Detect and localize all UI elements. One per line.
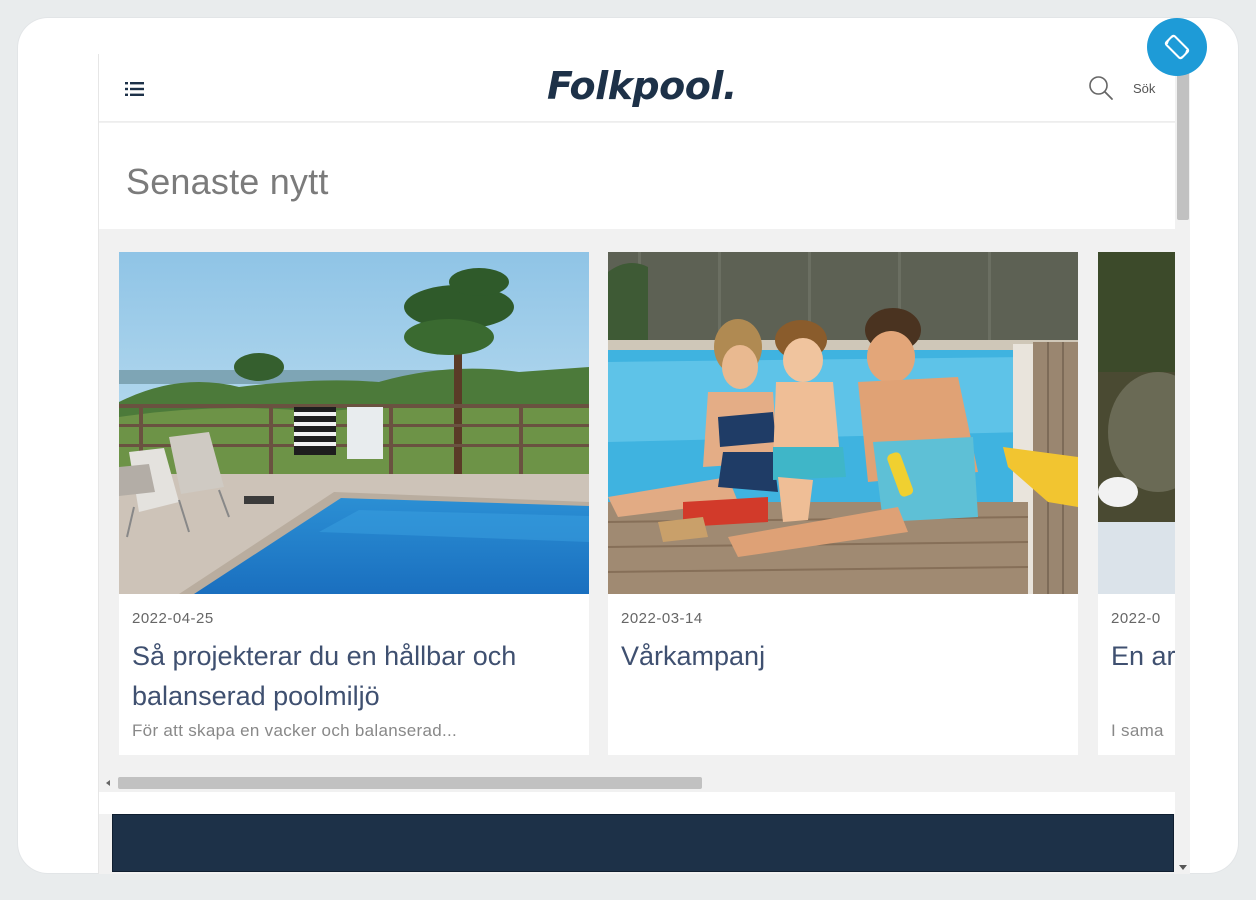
article-excerpt: För att skapa en vacker och balanserad..… xyxy=(132,721,458,740)
article-date: 2022-0 xyxy=(1111,610,1161,627)
article-title[interactable]: Så projekterar du en hållbar och balanse… xyxy=(132,636,572,716)
article-image-garden-rock xyxy=(1098,252,1175,594)
section-spacer xyxy=(99,792,1175,814)
site-viewport: Folkpool. Sök Senaste nytt 2022-04-25 Så… xyxy=(98,54,1190,874)
brand-logo-dot: . xyxy=(722,64,737,108)
news-carousel[interactable]: 2022-04-25 Så projekterar du en hållbar … xyxy=(119,252,1175,757)
scroll-down-arrow-icon[interactable] xyxy=(1179,865,1187,870)
brand-logo-text: Folkpool xyxy=(547,64,723,108)
page-title: Senaste nytt xyxy=(126,161,329,202)
hamburger-list-icon[interactable] xyxy=(123,78,147,100)
vertical-scroll-thumb[interactable] xyxy=(1177,68,1189,220)
footer-banner xyxy=(112,814,1174,872)
horizontal-scrollbar[interactable] xyxy=(99,774,1175,792)
vertical-scrollbar[interactable] xyxy=(1175,54,1190,874)
scroll-left-arrow-icon[interactable] xyxy=(106,780,110,786)
news-card[interactable]: 2022-0 En ar I sama xyxy=(1098,252,1175,755)
article-date: 2022-04-25 xyxy=(132,610,214,627)
news-card[interactable]: 2022-04-25 Så projekterar du en hållbar … xyxy=(119,252,589,755)
page-title-bar: Senaste nytt xyxy=(99,123,1175,229)
search-label[interactable]: Sök xyxy=(1133,81,1155,96)
article-date: 2022-03-14 xyxy=(621,610,703,627)
site-header: Folkpool. Sök xyxy=(99,54,1175,122)
rotate-screen-button[interactable] xyxy=(1147,18,1207,76)
device-frame: Folkpool. Sök Senaste nytt 2022-04-25 Så… xyxy=(18,18,1238,874)
article-title[interactable]: En ar xyxy=(1111,636,1175,676)
horizontal-scroll-thumb[interactable] xyxy=(118,777,702,789)
article-image-kids-by-pool xyxy=(608,252,1078,594)
news-card[interactable]: 2022-03-14 Vårkampanj xyxy=(608,252,1078,755)
article-excerpt: I sama xyxy=(1111,721,1164,740)
screen-rotate-icon xyxy=(1164,34,1190,60)
article-title[interactable]: Vårkampanj xyxy=(621,636,1061,676)
magnifier-icon[interactable] xyxy=(1087,74,1115,102)
brand-logo[interactable]: Folkpool. xyxy=(547,64,737,108)
article-image-pool-terrace xyxy=(119,252,589,594)
